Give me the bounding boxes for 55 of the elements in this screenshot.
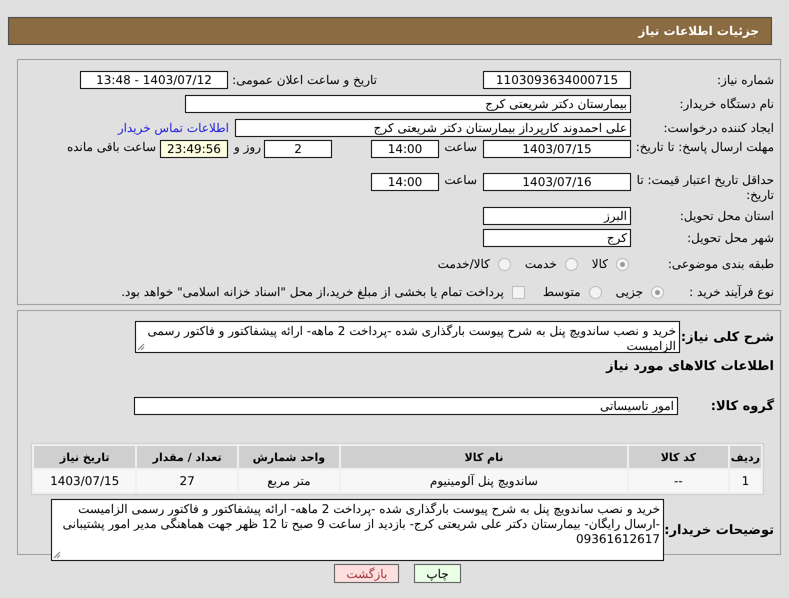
- field-label: حداقل تاریخ اعتبار قیمت: تا تاریخ:: [636, 173, 774, 203]
- goods-group-field: امور تاسیساتی: [134, 397, 678, 415]
- buyer-field: بیمارستان دکتر شریعتی کرج: [185, 95, 631, 113]
- column-header: تاریخ نیاز: [34, 446, 136, 468]
- field-label: نام دستگاه خریدار:: [678, 96, 774, 112]
- column-header: واحد شمارش: [238, 446, 339, 468]
- time-field: 14:00: [371, 173, 439, 191]
- field-label: استان محل تحویل:: [678, 208, 774, 224]
- days-field: 2: [264, 140, 332, 158]
- table-cell: --: [628, 470, 728, 492]
- announce-date-field: 1403/07/12 - 13:48: [80, 71, 228, 89]
- radio-label: کالا/خدمت: [438, 257, 490, 271]
- table-cell: ساندویچ پنل آلومینیوم: [340, 470, 627, 492]
- time-label: ساعت: [443, 173, 477, 187]
- column-header: کد کالا: [628, 446, 728, 468]
- table-cell: 1: [730, 470, 761, 492]
- back-button[interactable]: بازگشت: [334, 564, 400, 583]
- buyer-notes-field[interactable]: خرید و نصب ساندویچ پنل به شرح پیوست بارگذاری شده -پرداخت 2 ماهه- ارائه پیشفاکتور و فاکتور رسمی الزامیست -ارسال رایگان- بیمارستان دکتر علی شریعتی کرج- بازدید از ساعت 9 صبح تا 12 ظهر جهت هماهنگی مدیر امور پشتیبانی 09361612617: [51, 499, 664, 561]
- field-label: شرح کلی نیاز:: [680, 330, 774, 344]
- field-label: ایجاد کننده درخواست:: [662, 120, 774, 136]
- remaining-label: ساعت باقی مانده: [66, 140, 156, 154]
- field-label: توضیحات خریدار:: [664, 522, 774, 538]
- city-field: کرج: [483, 229, 631, 247]
- column-header: ردیف: [730, 446, 761, 468]
- date-field: 1403/07/16: [483, 173, 631, 191]
- field-label: تاریخ و ساعت اعلان عمومی:: [234, 73, 377, 87]
- time-label: ساعت: [443, 140, 477, 154]
- field-label: شماره نیاز:: [716, 72, 774, 88]
- table-cell: متر مربع: [238, 470, 339, 492]
- column-header: نام کالا: [340, 446, 627, 468]
- print-button[interactable]: چاپ: [414, 564, 461, 583]
- requester-field: علی احمدوند کارپرداز بیمارستان دکتر شریعتی کرج: [235, 119, 631, 137]
- need-number-field: 1103093634000715: [483, 71, 631, 89]
- field-label: شهر محل تحویل:: [686, 230, 774, 246]
- date-field: 1403/07/15: [483, 140, 631, 158]
- field-label: نوع فرآیند خرید :: [688, 284, 774, 300]
- radio-label: جزیی: [616, 285, 643, 299]
- field-label: طبقه بندی موضوعی:: [666, 256, 774, 272]
- days-label: روز و: [234, 140, 261, 154]
- table-cell: 27: [137, 470, 237, 492]
- summary-field[interactable]: خرید و نصب ساندویچ پنل به شرح پیوست بارگذاری شده -پرداخت 2 ماهه- ارائه پیشفاکتور و فاکتور رسمی الزامیست: [135, 321, 680, 353]
- time-field: 14:00: [371, 140, 439, 158]
- field-label: گروه کالا:: [710, 398, 774, 414]
- radio-label: متوسط: [542, 285, 581, 299]
- radio-label: کالا: [592, 257, 608, 271]
- section-heading: اطلاعات کالاهای مورد نیاز: [606, 358, 774, 374]
- page-title: جزئیات اطلاعات نیاز: [638, 24, 759, 38]
- checkbox-label: پرداخت تمام یا بخشی از مبلغ خرید،از محل "اسناد خزانه اسلامی" خواهد بود.: [121, 285, 504, 299]
- contact-link[interactable]: اطلاعات تماس خریدار: [118, 121, 229, 135]
- field-label: مهلت ارسال پاسخ: تا تاریخ:: [634, 140, 774, 155]
- column-header: تعداد / مقدار: [137, 446, 237, 468]
- radio-label: خدمت: [524, 257, 557, 271]
- countdown-field: 23:49:56: [160, 140, 228, 158]
- table-cell: 1403/07/15: [34, 470, 136, 492]
- province-field: البرز: [483, 207, 631, 225]
